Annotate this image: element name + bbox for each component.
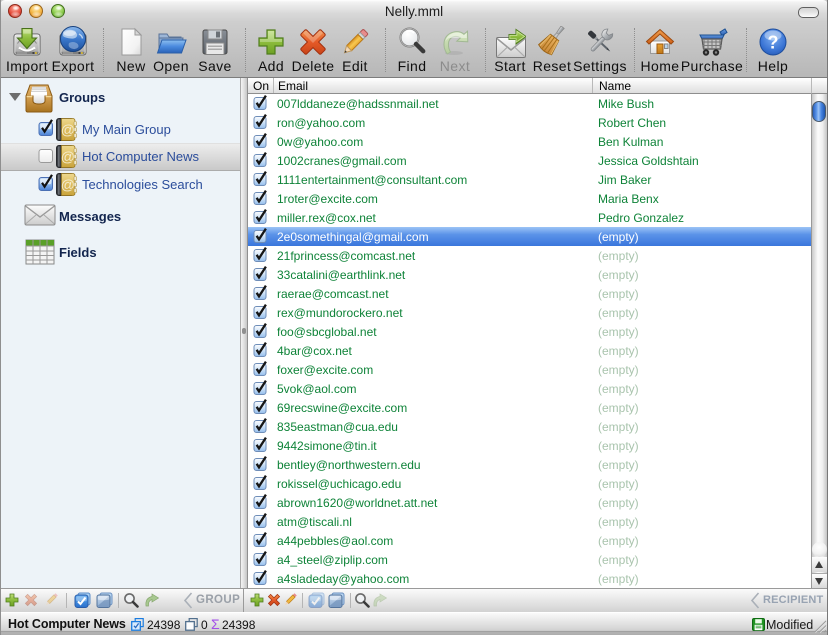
- svg-text:?: ?: [768, 33, 779, 53]
- svg-text:@: @: [61, 177, 75, 193]
- svg-text:@: @: [61, 149, 75, 165]
- svg-text:@: @: [61, 122, 75, 138]
